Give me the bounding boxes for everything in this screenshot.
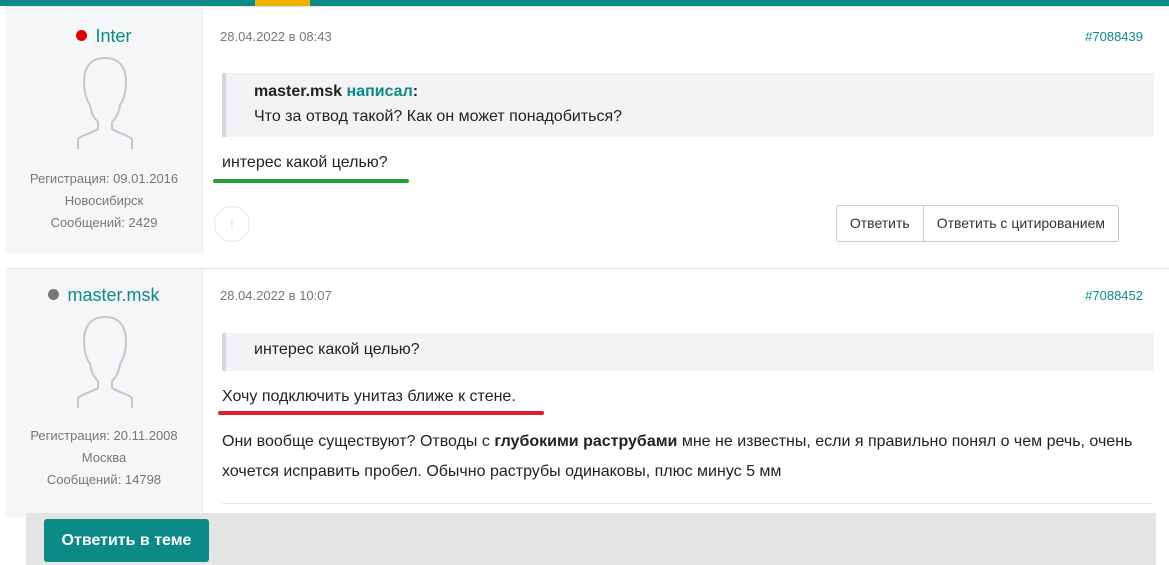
post-text-part: Они вообще существуют? Отводы с [222, 433, 495, 450]
user-city: Новосибирск [64, 193, 144, 208]
post: Inter Регистрация: 09.01.2016 Новосибирс… [6, 6, 1169, 253]
post-link[interactable]: #7088439 [1085, 29, 1143, 44]
message-count: Сообщений: 14798 [46, 472, 162, 487]
user-info: Регистрация: 20.11.2008 Москва Сообщений… [6, 425, 202, 491]
online-status-icon [76, 30, 88, 41]
highlight-underline [218, 411, 544, 415]
divider [222, 503, 1152, 504]
user-panel: Inter Регистрация: 09.01.2016 Новосибирс… [6, 7, 203, 253]
quote-wrote-link[interactable]: написал [347, 83, 413, 100]
quote-block: master.msk написал: Что за отвод такой? … [222, 73, 1154, 137]
quote-header: master.msk написал: [254, 83, 1154, 101]
quote-block: интерес какой целью? [222, 333, 1154, 371]
post-text-body: Они вообще существуют? Отводы с глубоким… [222, 427, 1162, 487]
user-city: Москва [81, 450, 127, 465]
post-text: Хочу подключить унитаз ближе к стене. [222, 388, 516, 405]
post: master.msk Регистрация: 20.11.2008 Москв… [6, 268, 1169, 517]
author[interactable]: Inter [6, 26, 202, 47]
reply-in-thread-button[interactable]: Ответить в теме [44, 519, 209, 562]
author-name[interactable]: Inter [95, 26, 131, 46]
quote-text: Что за отвод такой? Как он может понадоб… [254, 108, 623, 125]
offline-status-icon [48, 289, 60, 300]
author[interactable]: master.msk [6, 285, 202, 306]
post-actions: Ответить Ответить с цитированием [835, 205, 1119, 242]
registration-date: Регистрация: 20.11.2008 [30, 428, 178, 443]
reply-with-quote-button[interactable]: Ответить с цитированием [922, 206, 1118, 241]
quote-colon: : [412, 83, 419, 100]
avatar [77, 57, 133, 149]
user-info: Регистрация: 09.01.2016 Новосибирск Сооб… [6, 168, 202, 234]
highlight-underline [213, 179, 409, 183]
reaction-icon[interactable]: ! [214, 206, 250, 242]
user-panel: master.msk Регистрация: 20.11.2008 Москв… [6, 269, 203, 517]
post-link[interactable]: #7088452 [1085, 288, 1143, 303]
registration-date: Регистрация: 09.01.2016 [29, 171, 179, 186]
post-text-bold: глубокими раструбами [494, 433, 678, 450]
post-date: 28.04.2022 в 10:07 [220, 288, 332, 303]
post-text: интерес какой целью? [222, 154, 388, 171]
author-name[interactable]: master.msk [67, 285, 159, 305]
quote-author: master.msk [254, 83, 343, 100]
reply-button[interactable]: Ответить [837, 206, 923, 241]
message-count: Сообщений: 2429 [50, 215, 158, 230]
post-date: 28.04.2022 в 08:43 [220, 29, 332, 44]
avatar [77, 316, 133, 408]
quote-text: интерес какой целью? [254, 341, 420, 358]
